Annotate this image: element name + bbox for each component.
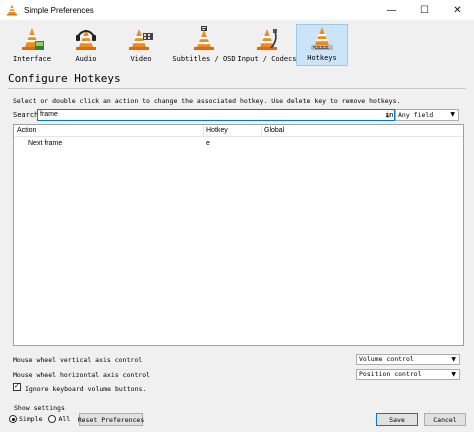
chevron-down-icon: ▼ xyxy=(451,356,456,363)
save-button[interactable]: Save xyxy=(376,413,418,426)
ignore-volume-row: ✓ Ignore keyboard volume buttons. xyxy=(13,382,463,394)
tab-interface[interactable]: Interface xyxy=(4,24,60,66)
horizontal-axis-label: Mouse wheel horizontal axis control xyxy=(13,371,150,379)
search-row: Search frame ⊗ in Any field ▼ xyxy=(13,109,463,121)
simple-radio-label[interactable]: Simple xyxy=(19,415,42,423)
reset-preferences-label: Reset Preferences xyxy=(77,415,145,424)
show-settings-radios: Simple All xyxy=(9,414,70,424)
tab-label: Subtitles / OSD xyxy=(172,55,236,63)
video-cone-icon xyxy=(129,29,153,50)
vlc-cone-icon xyxy=(7,4,17,16)
all-radio[interactable] xyxy=(48,415,57,423)
search-label: Search xyxy=(13,111,39,119)
section-title: Configure Hotkeys xyxy=(8,72,121,85)
search-value: frame xyxy=(40,111,58,118)
title-bar: Simple Preferences — ☐ ✕ xyxy=(0,0,474,20)
chevron-down-icon: ▼ xyxy=(450,111,455,118)
vertical-axis-row: Mouse wheel vertical axis control Volume… xyxy=(13,354,463,365)
tab-label: Video xyxy=(130,55,152,63)
vertical-axis-select[interactable]: Volume control ▼ xyxy=(356,354,460,365)
row-action: Next frame xyxy=(28,140,63,147)
tab-label: Interface xyxy=(13,55,51,63)
audio-cone-icon xyxy=(76,29,96,50)
tab-input-codecs[interactable]: Input / Codecs xyxy=(237,24,297,66)
vertical-axis-label: Mouse wheel vertical axis control xyxy=(13,356,143,364)
row-hotkey: e xyxy=(206,140,210,147)
cancel-button[interactable]: Cancel xyxy=(424,413,466,426)
column-separator[interactable] xyxy=(203,125,204,137)
tab-label: Input / Codecs xyxy=(237,55,297,63)
close-icon: ✕ xyxy=(453,4,462,16)
in-label: in xyxy=(385,111,394,119)
subtitles-cone-icon xyxy=(194,26,214,50)
tab-audio[interactable]: Audio xyxy=(60,24,112,66)
simple-radio[interactable] xyxy=(9,415,17,423)
close-button[interactable]: ✕ xyxy=(441,0,474,20)
maximize-button[interactable]: ☐ xyxy=(408,0,441,20)
chevron-down-icon: ▼ xyxy=(451,371,456,378)
tab-video[interactable]: Video xyxy=(112,24,170,66)
help-text: Select or double click an action to chan… xyxy=(13,97,401,105)
tab-hotkeys[interactable]: Hotkeys xyxy=(296,24,348,66)
horizontal-axis-row: Mouse wheel horizontal axis control Posi… xyxy=(13,369,463,380)
table-row[interactable]: Next frame e xyxy=(14,139,463,150)
category-toolbar: Interface Audio Video Subtitles / OSD In… xyxy=(4,24,348,68)
tab-label: Hotkeys xyxy=(307,54,337,62)
minimize-icon: — xyxy=(386,4,397,16)
hotkeys-cone-icon xyxy=(311,27,333,50)
tab-label: Audio xyxy=(75,55,97,63)
ignore-volume-label[interactable]: Ignore keyboard volume buttons. xyxy=(25,385,146,393)
column-header-action[interactable]: Action xyxy=(17,127,36,134)
checkmark-icon: ✓ xyxy=(14,382,20,390)
ignore-volume-checkbox[interactable]: ✓ xyxy=(13,382,21,391)
reset-preferences-button[interactable]: Reset Preferences xyxy=(77,413,145,426)
cancel-label: Cancel xyxy=(433,415,457,424)
maximize-icon: ☐ xyxy=(420,4,429,16)
search-field-select[interactable]: Any field ▼ xyxy=(395,109,459,121)
horizontal-axis-value: Position control xyxy=(359,370,422,378)
horizontal-axis-select[interactable]: Position control ▼ xyxy=(356,369,460,380)
input-codecs-cone-icon xyxy=(257,29,277,50)
table-header: Action Hotkey Global xyxy=(14,125,463,137)
tab-subtitles-osd[interactable]: Subtitles / OSD xyxy=(170,24,238,66)
show-settings-label: Show settings xyxy=(14,404,65,412)
all-radio-label[interactable]: All xyxy=(58,415,70,423)
search-field-value: Any field xyxy=(398,111,434,119)
minimize-button[interactable]: — xyxy=(375,0,408,20)
save-label: Save xyxy=(389,415,405,424)
column-header-global[interactable]: Global xyxy=(264,127,284,134)
interface-cone-icon xyxy=(22,28,44,50)
vertical-axis-value: Volume control xyxy=(359,355,414,363)
window-title: Simple Preferences xyxy=(24,5,94,15)
section-divider xyxy=(8,88,466,89)
column-separator[interactable] xyxy=(261,125,262,137)
search-input[interactable]: frame xyxy=(37,109,395,121)
hotkeys-table[interactable]: Action Hotkey Global Next frame e xyxy=(13,124,464,346)
column-header-hotkey[interactable]: Hotkey xyxy=(206,127,228,134)
